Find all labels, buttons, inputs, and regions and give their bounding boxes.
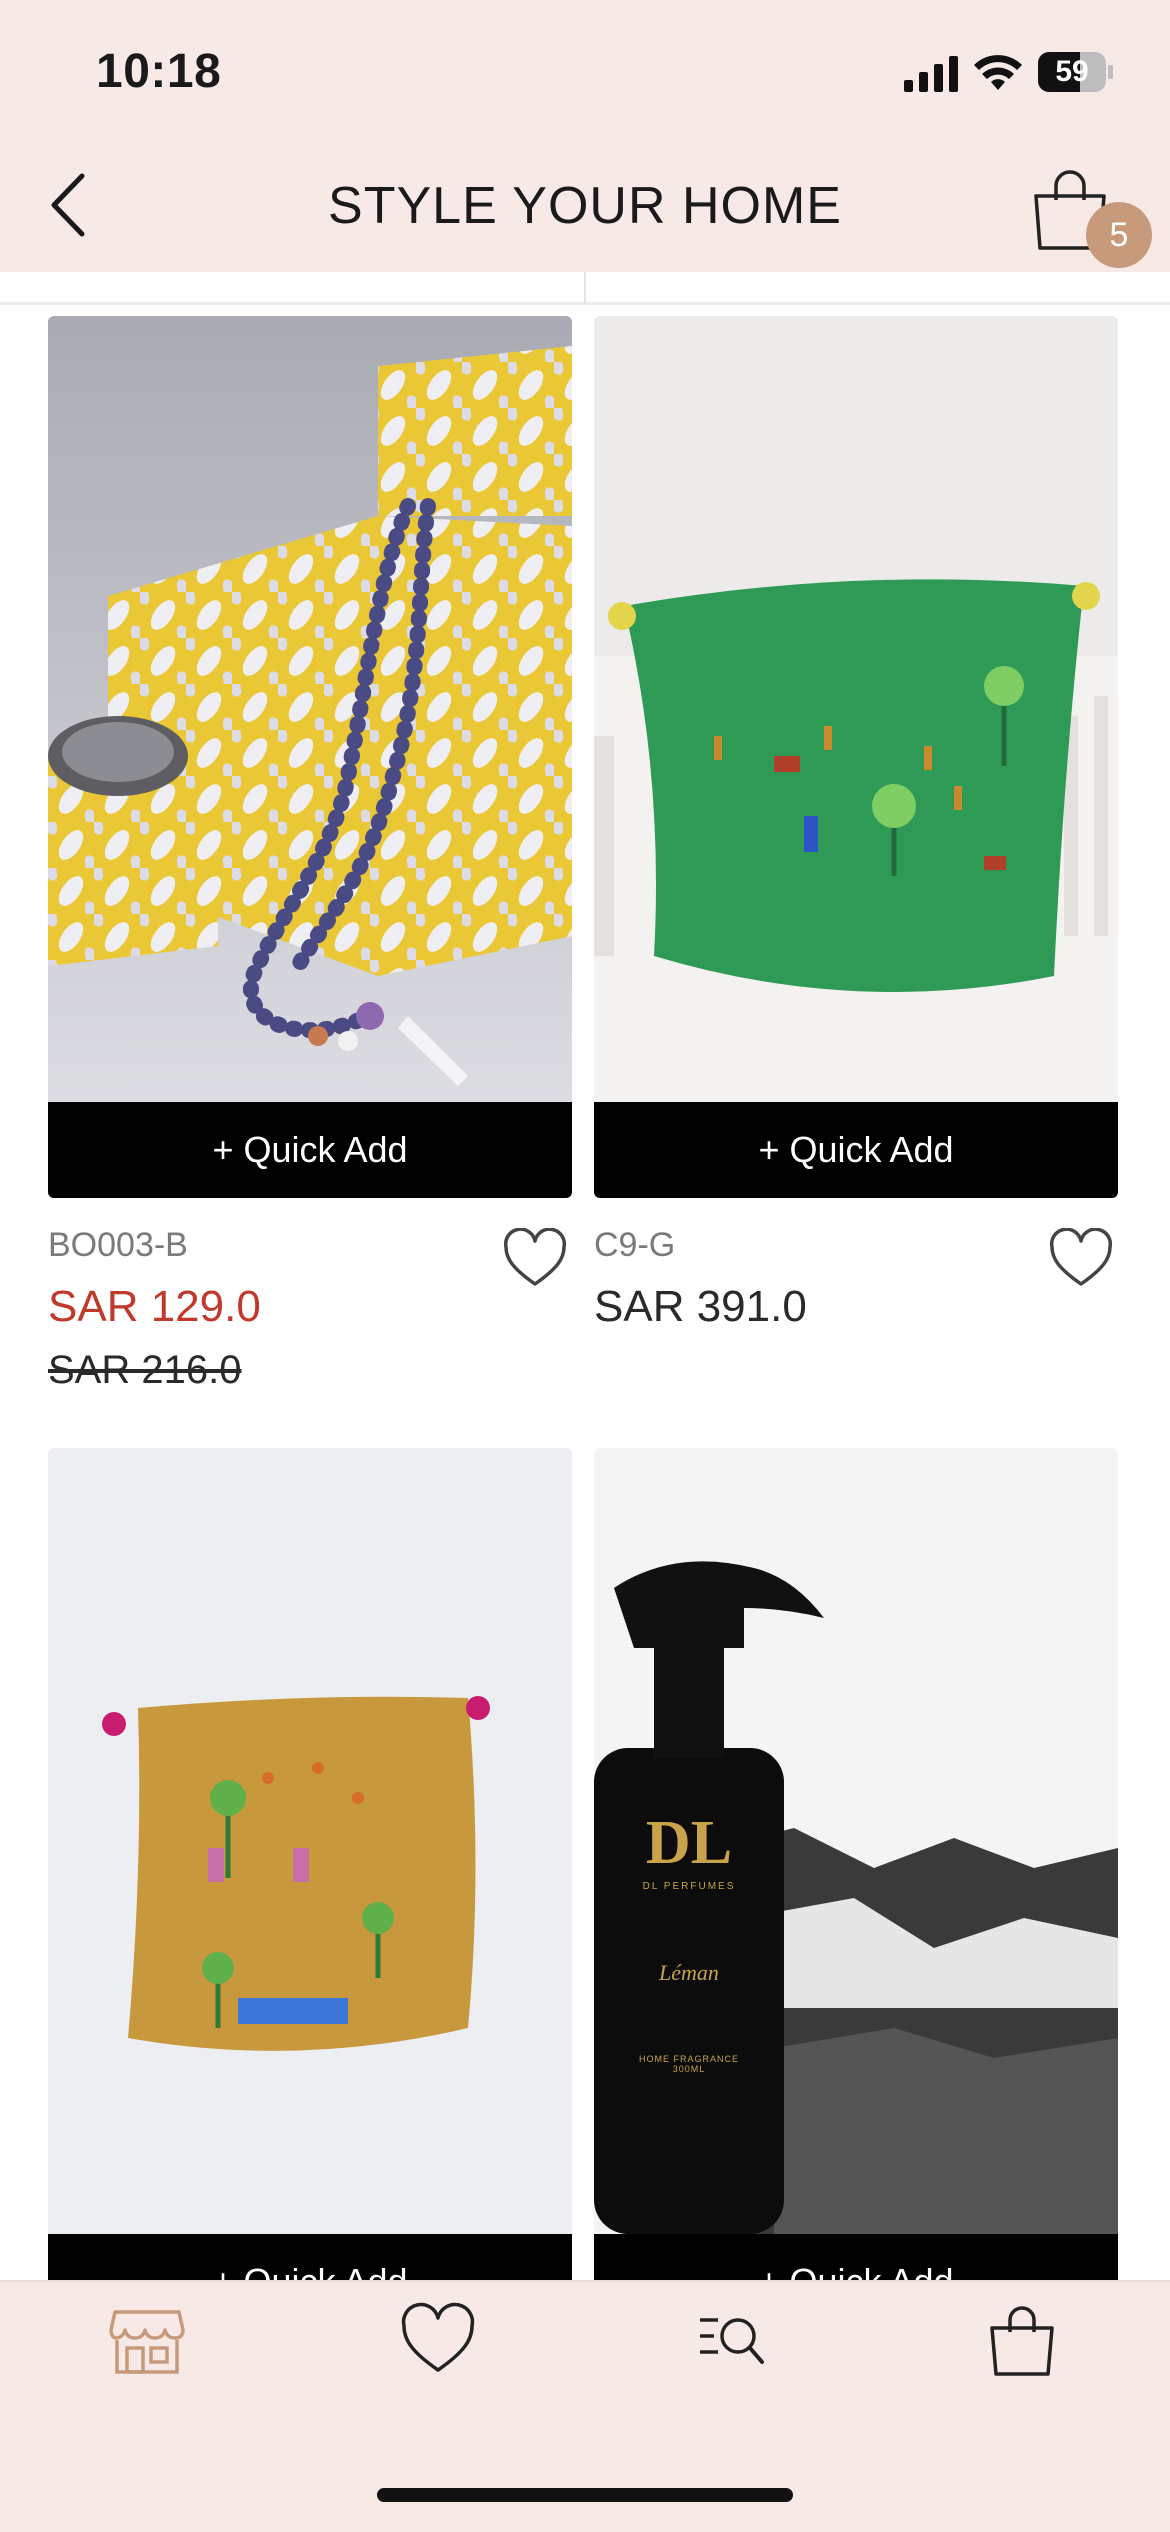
battery-level: 59 [1055,55,1089,88]
wishlist-heart-icon[interactable] [502,1228,568,1290]
cart-count-badge: 5 [1086,202,1152,268]
cellular-signal-icon [904,56,958,92]
bag-icon[interactable] [982,2300,1062,2380]
product-image[interactable] [594,316,1118,1102]
wishlist-heart-icon[interactable] [1048,1228,1114,1290]
search-list-icon[interactable] [692,2300,772,2380]
status-time: 10:18 [96,45,222,98]
product-old-price: SAR 216.0 [48,1348,242,1392]
home-indicator[interactable] [377,2488,793,2502]
product-sku: BO003-B [48,1226,188,1264]
product-price: SAR 129.0 [48,1282,261,1331]
product-image[interactable] [48,316,572,1102]
perfume-brand: DL [645,1809,733,1877]
product-sku: C9-G [594,1226,676,1264]
perfume-type: HOME FRAGRANCE [638,2054,739,2064]
quick-add-button[interactable]: + Quick Add [48,1102,572,1198]
quick-add-button[interactable]: + Quick Add [594,1102,1118,1198]
page-title: STYLE YOUR HOME [328,177,842,235]
perfume-label: DL DL PERFUMES Léman HOME FRAGRANCE 300M… [594,1808,784,2074]
mosaic-boxes-image [48,316,572,1102]
mustard-cushion-image [48,1448,572,2234]
perfume-size: 300ML [672,2064,706,2074]
product-image[interactable] [48,1448,572,2234]
column-divider [584,272,586,304]
heart-icon[interactable] [398,2300,478,2380]
store-icon[interactable] [107,2300,187,2380]
product-image[interactable]: DL DL PERFUMES Léman HOME FRAGRANCE 300M… [594,1448,1118,2234]
perfume-name: Léman [659,1960,719,1985]
product-price: SAR 391.0 [594,1282,807,1331]
green-cushion-image [594,316,1118,1102]
perfume-brand-sub: DL PERFUMES [642,1881,736,1892]
wifi-icon [974,55,1022,90]
